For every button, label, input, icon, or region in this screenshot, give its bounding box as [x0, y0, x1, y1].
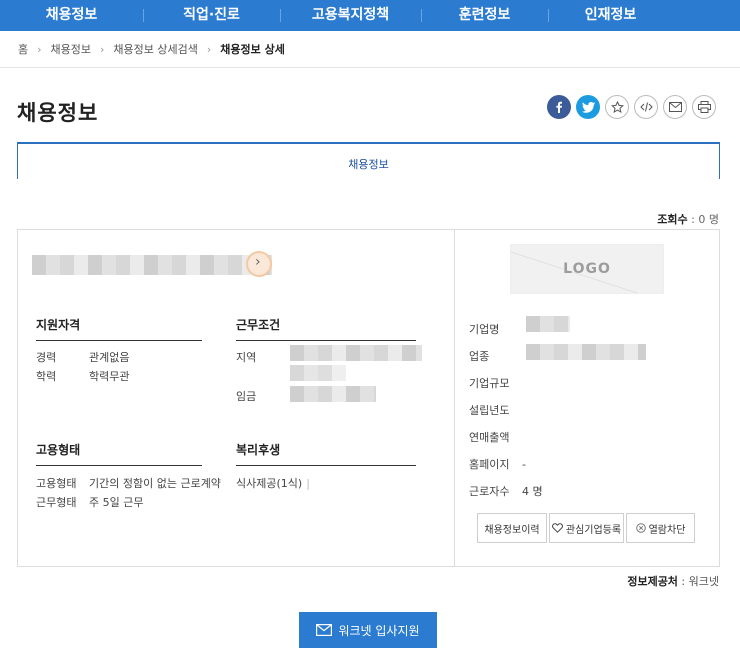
- welfare-row: 식사제공(1식) |: [236, 475, 310, 491]
- qualification-title: 지원자격: [36, 316, 202, 341]
- apply-button[interactable]: 워크넷 입사지원: [299, 612, 437, 648]
- row-label: 고용형태: [36, 477, 77, 490]
- mail-icon[interactable]: [663, 95, 687, 119]
- chevron-right-icon[interactable]: [246, 251, 272, 277]
- company-logo: LOGO: [510, 244, 664, 294]
- conditions-row: 임금: [236, 388, 289, 404]
- apply-button-label: 워크넷 입사지원: [338, 623, 420, 638]
- row-label: 연매출액: [469, 431, 510, 444]
- row-value: 기간의 정함이 없는 근로계약: [89, 477, 221, 490]
- chevron-right-icon: ›: [100, 42, 105, 56]
- chevron-right-icon: ›: [206, 42, 212, 56]
- divider: [0, 67, 740, 68]
- global-nav: 채용정보 직업·진로 고용복지정책 훈련정보 인재정보: [0, 0, 740, 31]
- twitter-icon[interactable]: [576, 95, 600, 119]
- print-icon[interactable]: [692, 95, 716, 119]
- row-label: 임금: [236, 390, 257, 403]
- row-label: 지역: [236, 351, 257, 364]
- company-name-redacted: [526, 316, 570, 332]
- share-toolbar: [547, 95, 721, 119]
- row-label: 업종: [469, 350, 490, 363]
- row-label: 학력: [36, 370, 57, 383]
- gnb-item-welfare-policy[interactable]: 고용복지정책: [280, 0, 421, 31]
- favorite-company-button[interactable]: 관심기업등록: [549, 513, 624, 543]
- breadcrumb: 홈 › 채용정보 › 채용정보 상세검색 › 채용정보 상세: [18, 41, 285, 57]
- breadcrumb-jobs[interactable]: 채용정보: [51, 41, 91, 57]
- row-label: 경력: [36, 351, 57, 364]
- breadcrumb-detail-search[interactable]: 채용정보 상세검색: [113, 41, 197, 57]
- qualification-row: 학력 학력무관: [36, 368, 129, 384]
- company-row: 홈페이지 -: [469, 456, 526, 472]
- button-label: 열람차단: [648, 524, 686, 536]
- info-provider: 정보제공처 : 워크넷: [627, 573, 719, 589]
- row-label: 기업규모: [469, 377, 510, 390]
- divider: [454, 230, 455, 566]
- employment-row: 근무형태 주 5일 근무: [36, 494, 143, 510]
- row-label: 홈페이지: [469, 458, 510, 471]
- separator: |: [306, 477, 310, 490]
- region-redacted: [290, 345, 422, 361]
- company-row: 근로자수 4 명: [469, 483, 543, 499]
- company-row: 연매출액: [469, 429, 522, 445]
- star-icon[interactable]: [605, 95, 629, 119]
- welfare-title: 복리후생: [236, 441, 416, 466]
- mail-icon: [316, 624, 333, 636]
- breadcrumb-home[interactable]: 홈: [18, 41, 28, 57]
- job-history-button[interactable]: 채용정보이력: [477, 513, 547, 543]
- view-count-value: : 0 명: [687, 213, 719, 226]
- gnb-item-jobs[interactable]: 채용정보: [0, 0, 143, 31]
- heart-icon: [551, 523, 563, 533]
- row-label: 기업명: [469, 323, 500, 336]
- breadcrumb-current: 채용정보 상세: [220, 43, 285, 56]
- button-label: 채용정보이력: [484, 524, 540, 536]
- row-value: 주 5일 근무: [89, 496, 144, 509]
- company-row: 기업규모: [469, 375, 522, 391]
- page-title: 채용정보: [17, 101, 99, 125]
- button-label: 관심기업등록: [565, 524, 622, 536]
- row-label: 근로자수: [469, 485, 510, 498]
- logo-text: LOGO: [563, 261, 611, 277]
- gnb-item-career[interactable]: 직업·진로: [143, 0, 280, 31]
- region-redacted: [290, 365, 346, 381]
- company-row: 설립년도: [469, 402, 522, 418]
- job-title-redacted: [32, 255, 272, 275]
- company-row: 업종: [469, 348, 522, 364]
- gnb-item-training[interactable]: 훈련정보: [421, 0, 548, 31]
- provider-value: : 워크넷: [677, 575, 719, 588]
- row-value: 학력무관: [89, 370, 130, 383]
- row-value: 식사제공(1식): [236, 477, 303, 490]
- conditions-title: 근무조건: [236, 316, 416, 341]
- wage-redacted: [290, 386, 376, 402]
- tab-job-info[interactable]: 채용정보: [18, 156, 719, 172]
- employment-row: 고용형태 기간의 정함이 없는 근로계약: [36, 475, 221, 491]
- provider-label: 정보제공처: [627, 575, 678, 588]
- gnb-item-talent[interactable]: 인재정보: [548, 0, 673, 31]
- row-label: 근무형태: [36, 496, 77, 509]
- block-viewing-button[interactable]: 열람차단: [626, 513, 695, 543]
- tab-bar: 채용정보: [17, 142, 720, 179]
- qualification-row: 경력 관계없음: [36, 349, 129, 365]
- row-value: 4 명: [522, 485, 543, 498]
- facebook-icon[interactable]: [547, 95, 571, 119]
- conditions-row: 지역: [236, 349, 289, 365]
- close-circle-icon: [635, 523, 646, 533]
- industry-redacted: [526, 344, 646, 360]
- employment-title: 고용형태: [36, 441, 202, 466]
- row-label: 설립년도: [469, 404, 510, 417]
- row-value: 관계없음: [89, 351, 130, 364]
- view-count-label: 조회수: [657, 213, 688, 226]
- view-count: 조회수 : 0 명: [657, 211, 719, 227]
- chevron-right-icon: ›: [37, 42, 42, 56]
- company-row: 기업명: [469, 321, 522, 337]
- code-icon[interactable]: [634, 95, 658, 119]
- job-detail-card: 지원자격 경력관계없음 학력학력무관 근무조건 지역 임금 고용형태 고용형태기…: [17, 229, 720, 567]
- row-value: -: [522, 458, 526, 471]
